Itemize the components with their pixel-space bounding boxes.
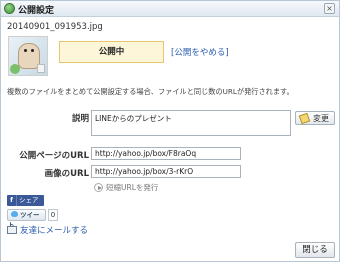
image-url-label: 画像のURL	[44, 169, 89, 179]
stop-publishing-link[interactable]: [公開をやめる]	[171, 46, 229, 58]
tweet-count: 0	[48, 209, 58, 221]
tweet-button[interactable]: ツイート	[7, 209, 46, 229]
page-url-label: 公開ページのURL	[19, 151, 89, 161]
mail-friend-label: 友達にメールする	[20, 226, 89, 236]
mail-icon	[7, 225, 17, 234]
caption-textarea[interactable]: LINEからのプレゼント	[91, 110, 291, 136]
mail-friend-link[interactable]: 友達にメールする	[7, 224, 88, 236]
image-url-field[interactable]: http://yahoo.jp/box/3-rKrO	[91, 165, 241, 178]
change-button-label: 変更	[313, 114, 329, 123]
description-text: 複数のファイルをまとめて公開設定する場合、ファイルと同じ数のURLが発行されます…	[7, 87, 294, 96]
play-circle-icon	[94, 182, 103, 192]
change-button[interactable]: 変更	[295, 111, 335, 125]
shorten-url-label: 短縮URLを発行	[106, 183, 159, 192]
app-icon	[4, 3, 15, 14]
title-bar: 公開設定 ×	[1, 1, 339, 17]
file-name: 20140901_091953.jpg	[7, 22, 103, 32]
page-url-field[interactable]: http://yahoo.jp/box/F8raOq	[91, 147, 241, 160]
file-thumbnail	[8, 36, 48, 76]
facebook-share-button[interactable]: f シェア	[7, 195, 44, 206]
close-icon[interactable]: ×	[324, 3, 335, 14]
close-button[interactable]: 閉じる	[295, 242, 335, 258]
facebook-share-label: シェア	[19, 196, 39, 204]
caption-label: 説明	[71, 114, 89, 124]
thumbnail-cup	[37, 64, 45, 73]
pencil-icon	[298, 112, 311, 125]
shorten-url-button[interactable]: 短縮URLを発行	[94, 182, 158, 193]
dialog-title: 公開設定	[18, 6, 55, 16]
twitter-bird-icon	[11, 211, 18, 217]
public-settings-dialog: 公開設定 × 20140901_091953.jpg 公開中 [公開をやめる] …	[0, 0, 340, 262]
facebook-icon: f	[7, 195, 17, 206]
status-badge: 公開中	[59, 41, 164, 63]
